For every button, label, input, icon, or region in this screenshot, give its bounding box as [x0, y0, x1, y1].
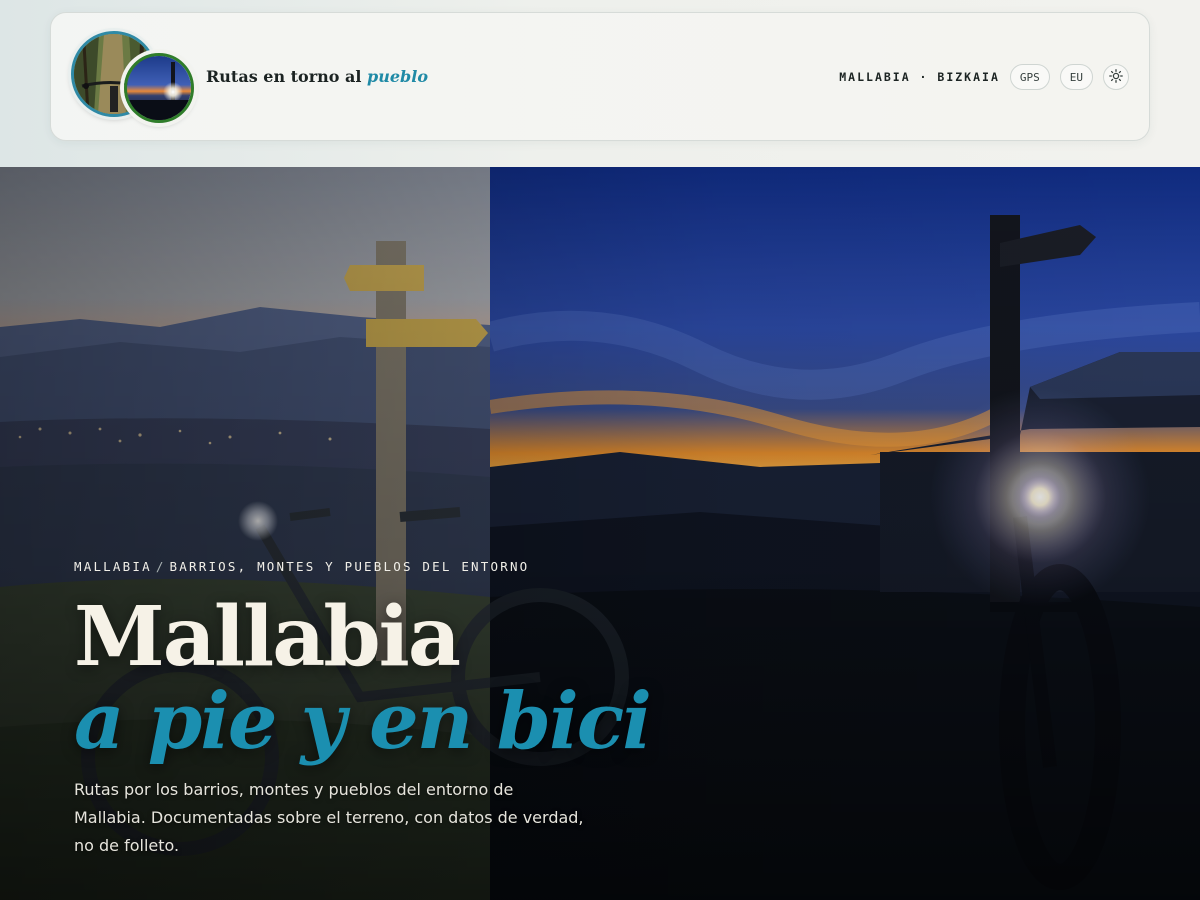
theme-toggle-button[interactable]: [1103, 64, 1129, 90]
logo[interactable]: [71, 31, 196, 123]
site-header: Rutas en torno al pueblo MALLABIA · BIZK…: [50, 12, 1150, 141]
breadcrumb-separator: /: [155, 559, 166, 574]
sun-icon: [1109, 68, 1123, 86]
gps-button[interactable]: GPS: [1009, 64, 1050, 90]
hero-content: MALLABIA / BARRIOS, MONTES Y PUEBLOS DEL E…: [74, 559, 652, 860]
hero-title: Mallabia: [74, 589, 461, 685]
hero-description: Rutas por los barrios, montes y pueblos …: [74, 780, 584, 855]
site-title[interactable]: Rutas en torno al pueblo: [206, 67, 428, 86]
location-label: MALLABIA · BIZKAIA: [839, 70, 1000, 84]
site-title-accent: pueblo: [367, 67, 428, 86]
hero-subtitle: a pie y en bici: [74, 676, 652, 767]
hero: MALLABIA / BARRIOS, MONTES Y PUEBLOS DEL E…: [0, 167, 1200, 900]
language-button[interactable]: EU: [1059, 64, 1093, 90]
logo-image-night-headlight: [124, 53, 194, 123]
header-controls: MALLABIA · BIZKAIA GPS EU: [839, 64, 1129, 90]
site-title-main: Rutas en torno al: [206, 67, 362, 86]
breadcrumb-item-section: BARRIOS, MONTES Y PUEBLOS DEL ENTORNO: [169, 559, 530, 574]
breadcrumb: MALLABIA / BARRIOS, MONTES Y PUEBLOS DEL E…: [74, 559, 634, 574]
breadcrumb-item-mallabia[interactable]: MALLABIA: [74, 559, 152, 574]
